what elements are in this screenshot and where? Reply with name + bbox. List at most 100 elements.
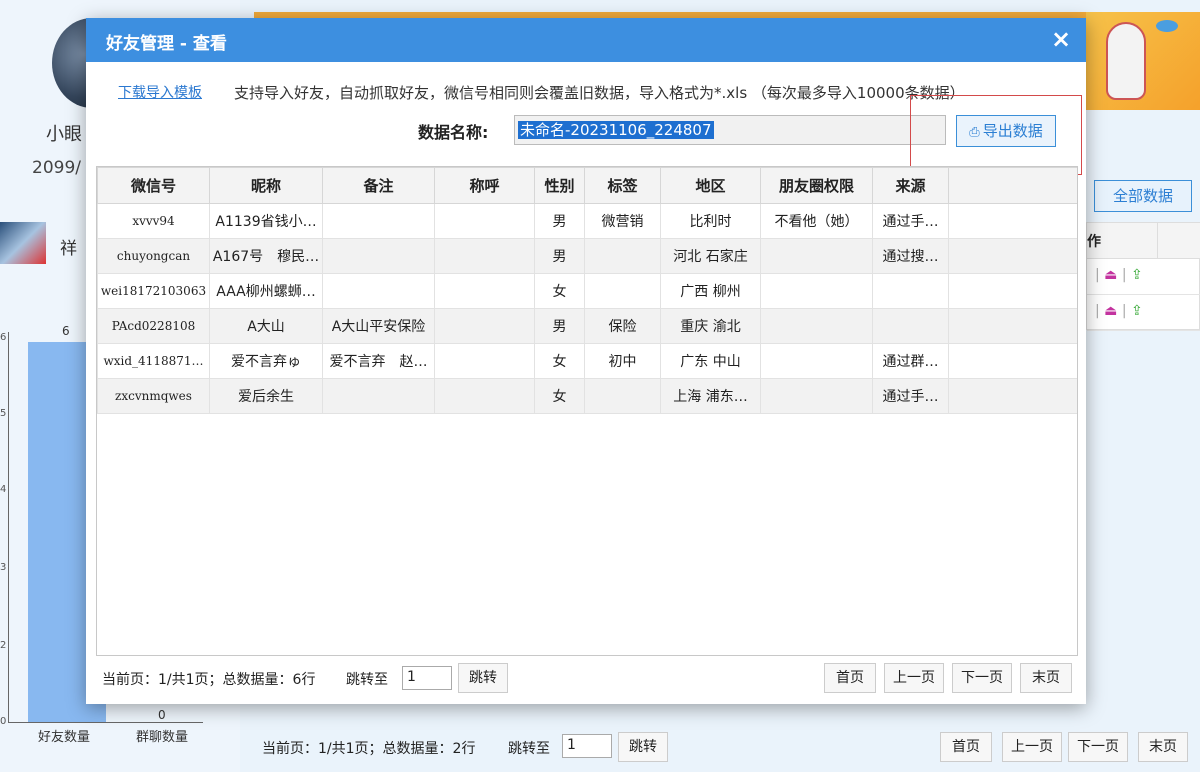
table-row[interactable]: PAcd0228108 A大山 A大山平安保险 男 保险 重庆 渝北 xyxy=(97,308,1077,344)
chart-y-tick: 0 xyxy=(0,716,7,727)
dialog-title: 好友管理 - 查看 xyxy=(106,34,227,54)
table-row[interactable]: xvvv94 A1139省钱小… 男 微营销 比利时 不看他（她） 通过手… xyxy=(97,203,1077,239)
close-icon[interactable]: × xyxy=(1046,24,1076,54)
column-header-nickname[interactable]: 昵称 xyxy=(209,167,323,204)
contact-name: 祥 xyxy=(60,239,77,259)
cell-source: 通过手… xyxy=(872,378,949,414)
cell-tag: 保险 xyxy=(584,308,661,344)
cell-title xyxy=(434,203,535,239)
cell-wxid: xvvv94 xyxy=(97,203,210,239)
pager-prev-button[interactable]: 上一页 xyxy=(1002,732,1062,762)
chart-y-tick: 3 xyxy=(0,562,7,573)
pager-first-button[interactable]: 首页 xyxy=(824,663,876,693)
cell-title xyxy=(434,378,535,414)
column-header-region[interactable]: 地区 xyxy=(660,167,761,204)
table-row[interactable]: wei18172103063 AAA柳州螺蛳… 女 广西 柳州 xyxy=(97,273,1077,309)
export-icon[interactable]: ⏏ xyxy=(1104,303,1117,319)
cell-source: 通过手… xyxy=(872,203,949,239)
pager-first-button[interactable]: 首页 xyxy=(940,732,992,762)
cell-region: 河北 石家庄 xyxy=(660,238,761,274)
contact-avatar xyxy=(0,222,46,264)
chart-y-tick: 4 xyxy=(0,484,7,495)
column-header-gender[interactable]: 性别 xyxy=(534,167,585,204)
column-header-wxid[interactable]: 微信号 xyxy=(97,167,210,204)
cell-region: 上海 浦东… xyxy=(660,378,761,414)
profile-name: 小眼 xyxy=(46,124,82,145)
cell-tag: 初中 xyxy=(584,343,661,379)
pager-jump-label: 跳转至 xyxy=(346,672,388,688)
data-name-input[interactable]: 未命名-20231106_224807 xyxy=(514,115,946,145)
rocket-icon xyxy=(1106,22,1146,100)
cell-remark xyxy=(322,378,435,414)
column-header-source[interactable]: 来源 xyxy=(872,167,949,204)
data-name-label: 数据名称: xyxy=(418,123,489,142)
column-header-tag[interactable]: 标签 xyxy=(584,167,661,204)
cell-moments xyxy=(760,343,873,379)
pager-jump-button[interactable]: 跳转 xyxy=(458,663,508,693)
column-header-moments[interactable]: 朋友圈权限 xyxy=(760,167,873,204)
cell-remark xyxy=(322,238,435,274)
table-header-row: 微信号 昵称 备注 称呼 性别 标签 地区 朋友圈权限 来源 xyxy=(97,167,1077,204)
chart-y-tick: 6 xyxy=(0,332,7,343)
column-header-title[interactable]: 称呼 xyxy=(434,167,535,204)
cell-moments xyxy=(760,308,873,344)
background-table-header-cell: 作 xyxy=(1087,234,1101,250)
table-row[interactable]: wxid_4118871… 爱不言弃ゅ 爱不言弃 赵… 女 初中 广东 中山 通… xyxy=(97,343,1077,379)
cell-source: 通过群… xyxy=(872,343,949,379)
pager-last-button[interactable]: 末页 xyxy=(1138,732,1188,762)
import-description: 支持导入好友，自动抓取好友，微信号相同则会覆盖旧数据，导入格式为*.xls （每… xyxy=(234,84,965,102)
export-icon[interactable]: ⏏ xyxy=(1104,267,1117,283)
table-row[interactable]: chuyongcan A167号 穆民… 男 河北 石家庄 通过搜… xyxy=(97,238,1077,274)
cell-source: 通过搜… xyxy=(872,238,949,274)
pager-jump-input[interactable]: 1 xyxy=(562,734,612,758)
cell-tag xyxy=(584,238,661,274)
cell-moments xyxy=(760,238,873,274)
pager-last-button[interactable]: 末页 xyxy=(1020,663,1072,693)
table-row[interactable]: zxcvnmqwes 爱后余生 女 上海 浦东… 通过手… xyxy=(97,378,1077,414)
pager-info: 当前页：1/共1页；总数据量：2行 xyxy=(262,741,476,757)
column-header-remark[interactable]: 备注 xyxy=(322,167,435,204)
cell-nickname: A167号 穆民… xyxy=(209,238,323,274)
table-row: | ⏏ | ⇪ xyxy=(1087,295,1200,331)
cell-region: 比利时 xyxy=(660,203,761,239)
cell-title xyxy=(434,343,535,379)
all-data-button[interactable]: 全部数据 xyxy=(1094,180,1192,212)
cell-wxid: zxcvnmqwes xyxy=(97,378,210,414)
profile-date: 2099/ xyxy=(32,158,81,178)
cell-tag xyxy=(584,273,661,309)
cell-nickname: A大山 xyxy=(209,308,323,344)
cell-moments xyxy=(760,378,873,414)
cell-region: 重庆 渝北 xyxy=(660,308,761,344)
upload-icon[interactable]: ⇪ xyxy=(1131,303,1143,319)
cell-gender: 女 xyxy=(534,273,585,309)
cell-tag: 微营销 xyxy=(584,203,661,239)
cell-region: 广西 柳州 xyxy=(660,273,761,309)
pager-jump-button[interactable]: 跳转 xyxy=(618,732,668,762)
background-table: 作 | ⏏ | ⇪ | ⏏ | ⇪ xyxy=(1086,222,1200,331)
cell-nickname: A1139省钱小… xyxy=(209,203,323,239)
cell-wxid: wei18172103063 xyxy=(97,273,210,309)
cell-wxid: PAcd0228108 xyxy=(97,308,210,344)
cell-remark xyxy=(322,203,435,239)
cell-title xyxy=(434,273,535,309)
download-template-link[interactable]: 下载导入模板 xyxy=(118,82,202,102)
chart-bar-value: 6 xyxy=(62,324,70,338)
chart-x-label: 好友数量 xyxy=(38,730,91,745)
cell-region: 广东 中山 xyxy=(660,343,761,379)
table-row: | ⏏ | ⇪ xyxy=(1087,259,1200,295)
cell-remark: A大山平安保险 xyxy=(322,308,435,344)
pager-prev-button[interactable]: 上一页 xyxy=(884,663,944,693)
chart-x-label: 群聊数量 xyxy=(136,730,189,745)
chart-bar-value: 0 xyxy=(158,708,166,722)
cell-gender: 女 xyxy=(534,378,585,414)
pager-next-button[interactable]: 下一页 xyxy=(1068,732,1128,762)
cell-nickname: 爱后余生 xyxy=(209,378,323,414)
cell-moments xyxy=(760,273,873,309)
upload-icon[interactable]: ⇪ xyxy=(1131,267,1143,283)
background-table-header: 作 xyxy=(1087,223,1200,259)
pager-jump-input[interactable]: 1 xyxy=(402,666,452,690)
pager-next-button[interactable]: 下一页 xyxy=(952,663,1012,693)
highlight-box xyxy=(910,95,1082,175)
dialog-title-bar[interactable]: 好友管理 - 查看 × xyxy=(86,18,1086,62)
cell-nickname: 爱不言弃ゅ xyxy=(209,343,323,379)
